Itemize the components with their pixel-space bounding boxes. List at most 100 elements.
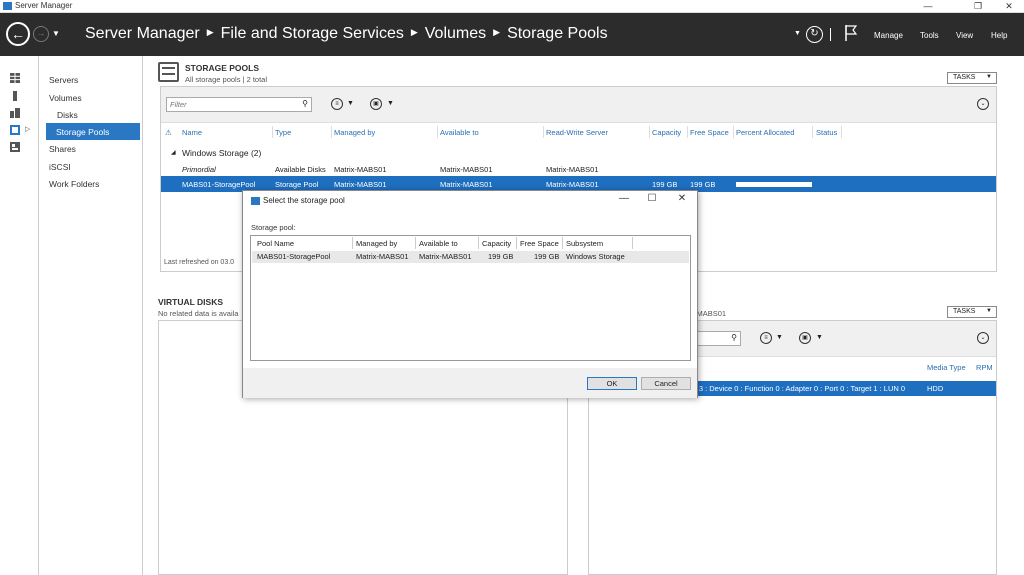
pool-row-type: Available Disks: [275, 165, 326, 174]
dlg-col-free-space[interactable]: Free Space: [520, 239, 559, 248]
file-storage-nav: Servers Volumes Disks Storage Pools Shar…: [39, 56, 143, 575]
list-options-dropdown-icon[interactable]: ▼: [347, 100, 354, 107]
menu-manage[interactable]: Manage: [874, 31, 903, 40]
column-divider[interactable]: [543, 126, 544, 138]
column-divider[interactable]: [478, 237, 479, 249]
col-status[interactable]: Status: [816, 128, 837, 137]
save-query-icon[interactable]: ▣: [799, 332, 811, 344]
chevron-down-icon: ▼: [986, 308, 992, 314]
pool-row-type: Storage Pool: [275, 180, 319, 189]
group-windows-storage[interactable]: Windows Storage (2): [182, 148, 261, 158]
pool-row-available-to: Matrix-MABS01: [440, 165, 493, 174]
column-divider[interactable]: [687, 126, 688, 138]
column-divider[interactable]: [272, 126, 273, 138]
pools-filter-input[interactable]: Filter ⚲: [166, 97, 312, 112]
local-server-icon[interactable]: [10, 91, 20, 101]
nav-item-work-folders[interactable]: Work Folders: [49, 179, 99, 189]
col-read-write-server[interactable]: Read-Write Server: [546, 128, 608, 137]
col-percent-allocated[interactable]: Percent Allocated: [736, 128, 794, 137]
table-row[interactable]: MABS01-StoragePool Matrix-MABS01 Matrix-…: [252, 251, 689, 263]
select-storage-pool-dialog: Select the storage pool — ☐ ✕ Storage po…: [242, 190, 698, 398]
column-divider[interactable]: [632, 237, 633, 249]
col-capacity[interactable]: Capacity: [652, 128, 681, 137]
back-arrow-icon[interactable]: ←: [6, 22, 30, 46]
breadcrumb-file-storage[interactable]: File and Storage Services: [221, 25, 404, 42]
nav-item-volumes[interactable]: Volumes: [49, 93, 82, 103]
dlg-col-capacity[interactable]: Capacity: [482, 239, 511, 248]
save-query-dropdown-icon[interactable]: ▼: [387, 100, 394, 107]
dlg-col-pool-name[interactable]: Pool Name: [257, 239, 294, 248]
dlg-col-subsystem[interactable]: Subsystem: [566, 239, 603, 248]
virtual-disks-subtitle: No related data is availa: [158, 309, 239, 318]
search-icon[interactable]: ⚲: [731, 333, 737, 342]
column-divider[interactable]: [812, 126, 813, 138]
col-name[interactable]: Name: [182, 128, 202, 137]
chevron-down-icon: ▼: [986, 74, 992, 80]
pool-row-name[interactable]: MABS01-StoragePool: [182, 180, 255, 189]
storage-pool-list[interactable]: Pool Name Managed by Available to Capaci…: [250, 235, 691, 361]
all-servers-icon[interactable]: [10, 108, 20, 118]
cancel-button[interactable]: Cancel: [641, 377, 691, 390]
nav-item-shares[interactable]: Shares: [49, 144, 76, 154]
col-type[interactable]: Type: [275, 128, 291, 137]
breadcrumb-volumes[interactable]: Volumes: [425, 25, 486, 42]
list-options-dropdown-icon[interactable]: ▼: [776, 334, 783, 341]
ok-button[interactable]: OK: [587, 377, 637, 390]
col-rpm[interactable]: RPM: [976, 363, 993, 372]
collapse-panel-icon[interactable]: ⌄: [977, 98, 989, 110]
forward-arrow-icon[interactable]: →: [33, 26, 49, 42]
nav-item-disks[interactable]: Disks: [57, 110, 78, 120]
col-free-space[interactable]: Free Space: [690, 128, 729, 137]
column-divider[interactable]: [331, 126, 332, 138]
pool-row-name[interactable]: Primordial: [182, 165, 216, 174]
nav-item-iscsi[interactable]: iSCSI: [49, 162, 71, 172]
pools-tasks-button[interactable]: TASKS ▼: [947, 72, 997, 84]
dialog-minimize-button[interactable]: —: [613, 193, 635, 207]
column-divider[interactable]: [733, 126, 734, 138]
refresh-icon[interactable]: ↻: [806, 26, 823, 43]
menu-view[interactable]: View: [956, 31, 973, 40]
dialog-close-button[interactable]: ✕: [671, 193, 693, 207]
column-divider[interactable]: [841, 126, 842, 138]
search-icon[interactable]: ⚲: [302, 99, 308, 108]
servers-group-icon[interactable]: [10, 142, 20, 152]
dialog-maximize-button[interactable]: ☐: [641, 193, 663, 207]
col-available-to[interactable]: Available to: [440, 128, 479, 137]
pools-tasks-label: TASKS: [953, 74, 976, 81]
nav-item-storage-pools[interactable]: Storage Pools: [46, 123, 140, 140]
expand-arrow-icon[interactable]: ▷: [25, 125, 30, 133]
physical-tasks-label: TASKS: [953, 308, 976, 315]
minimize-button[interactable]: —: [913, 0, 943, 13]
history-dropdown-icon[interactable]: ▼: [52, 29, 60, 38]
refresh-dropdown-icon[interactable]: ▼: [794, 30, 801, 37]
menu-help[interactable]: Help: [991, 31, 1007, 40]
close-window-button[interactable]: ✕: [994, 0, 1024, 13]
group-collapse-icon[interactable]: ◢: [171, 149, 176, 156]
menu-tools[interactable]: Tools: [920, 31, 939, 40]
column-divider[interactable]: [562, 237, 563, 249]
column-divider[interactable]: [649, 126, 650, 138]
col-media-type[interactable]: Media Type: [927, 363, 966, 372]
dlg-subsystem: Windows Storage: [566, 252, 625, 261]
pool-row-free-space: 199 GB: [690, 180, 716, 189]
restore-button[interactable]: ❐: [963, 0, 993, 13]
file-storage-icon[interactable]: [10, 125, 20, 135]
column-divider[interactable]: [516, 237, 517, 249]
dlg-col-managed-by[interactable]: Managed by: [356, 239, 397, 248]
save-query-icon[interactable]: ▣: [370, 98, 382, 110]
physical-tasks-button[interactable]: TASKS ▼: [947, 306, 997, 318]
dashboard-icon[interactable]: [10, 73, 20, 83]
column-divider[interactable]: [415, 237, 416, 249]
col-managed-by[interactable]: Managed by: [334, 128, 375, 137]
physical-disks-subtitle: -MABS01: [694, 309, 727, 318]
list-options-icon[interactable]: ≡: [760, 332, 772, 344]
column-divider[interactable]: [352, 237, 353, 249]
nav-item-servers[interactable]: Servers: [49, 75, 78, 85]
breadcrumb-server-manager[interactable]: Server Manager: [85, 25, 200, 42]
notifications-flag-icon[interactable]: [845, 25, 857, 41]
column-divider[interactable]: [437, 126, 438, 138]
list-options-icon[interactable]: ≡: [331, 98, 343, 110]
save-query-dropdown-icon[interactable]: ▼: [816, 334, 823, 341]
dlg-col-available-to[interactable]: Available to: [419, 239, 458, 248]
collapse-panel-icon[interactable]: ⌄: [977, 332, 989, 344]
